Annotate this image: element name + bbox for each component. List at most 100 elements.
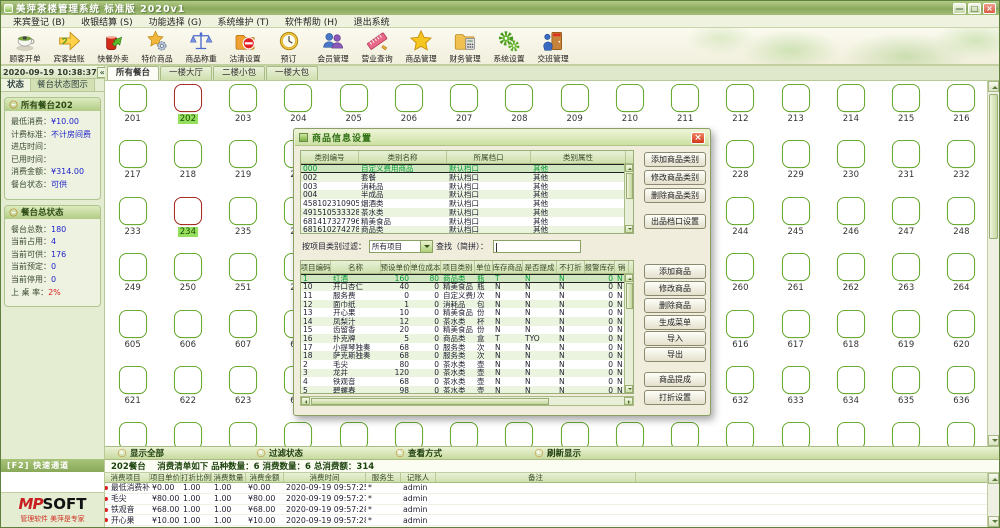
scroll-down-icon[interactable] <box>625 385 633 393</box>
toolbar-button-booking[interactable]: 预订 <box>267 29 311 64</box>
table-cell[interactable] <box>381 419 436 446</box>
order-row[interactable]: 毛尖¥80.001.001.00¥80.002020-09-19 09:57:2… <box>102 494 989 505</box>
toolbar-button-goods-manage[interactable]: 商品管理 <box>399 29 443 64</box>
table-cell[interactable]: 622 <box>160 363 215 419</box>
table-info-panel-header[interactable]: 所有餐台202 <box>5 98 100 111</box>
table-cell[interactable]: 202 <box>160 81 215 137</box>
table-cell[interactable]: 228 <box>713 137 768 193</box>
table-cell[interactable]: 633 <box>768 363 823 419</box>
table-cell[interactable] <box>658 419 713 446</box>
view-mode-button[interactable]: 查看方式 <box>395 447 442 459</box>
toolbar-button-open-order[interactable]: 顾客开单 <box>3 29 47 64</box>
table-cell[interactable] <box>823 419 878 446</box>
toolbar-button-finance[interactable]: 财务管理 <box>443 29 487 64</box>
table-cell[interactable]: 607 <box>216 307 271 363</box>
floor-tab[interactable]: 一楼大包 <box>266 66 318 80</box>
dialog-close-button[interactable]: × <box>691 132 705 144</box>
table-cell[interactable]: 232 <box>934 137 989 193</box>
scroll-down-icon[interactable] <box>988 435 999 446</box>
order-row[interactable]: 最低消费补差¥0.001.001.00¥0.002020-09-19 09:57… <box>102 483 989 494</box>
menu-item[interactable]: 软件帮助 (H) <box>277 15 346 28</box>
table-cell[interactable]: 234 <box>160 194 215 250</box>
scroll-right-icon[interactable] <box>624 397 633 405</box>
table-cell[interactable]: 634 <box>823 363 878 419</box>
table-cell[interactable]: 617 <box>768 307 823 363</box>
table-cell[interactable]: 203 <box>216 81 271 137</box>
item-table-hscrollbar[interactable] <box>300 396 634 406</box>
export-button[interactable]: 导出 <box>644 347 706 362</box>
table-cell[interactable] <box>602 419 657 446</box>
discount-settings-button[interactable]: 打折设置 <box>644 390 706 405</box>
table-cell[interactable] <box>879 419 934 446</box>
close-button[interactable]: × <box>983 3 996 14</box>
table-cell[interactable]: 623 <box>216 363 271 419</box>
toolbar-button-takeout[interactable]: 快餐外卖 <box>91 29 135 64</box>
scroll-up-icon[interactable] <box>625 274 633 282</box>
order-row[interactable]: 铁观音¥68.001.001.00¥68.002020-09-19 09:57:… <box>102 505 989 516</box>
menu-item[interactable]: 功能选择 (G) <box>141 15 210 28</box>
table-cell[interactable]: 251 <box>216 250 271 306</box>
table-cell[interactable]: 217 <box>105 137 160 193</box>
table-cell[interactable]: 230 <box>823 137 878 193</box>
table-cell[interactable]: 245 <box>768 194 823 250</box>
table-cell[interactable]: 213 <box>768 81 823 137</box>
table-cell[interactable]: 620 <box>934 307 989 363</box>
toolbar-button-special-price[interactable]: 特价商品 <box>135 29 179 64</box>
table-cell[interactable]: 249 <box>105 250 160 306</box>
scroll-up-icon[interactable] <box>625 164 633 172</box>
table-cell[interactable]: 235 <box>216 194 271 250</box>
table-cell[interactable]: 621 <box>105 363 160 419</box>
table-cell[interactable]: 219 <box>216 137 271 193</box>
table-cell[interactable] <box>934 419 989 446</box>
menu-item[interactable]: 退出系统 <box>346 15 398 28</box>
table-row[interactable]: 5碧螺春980茶水类壶NNN0N <box>301 386 633 394</box>
table-cell[interactable] <box>713 419 768 446</box>
item-commission-button[interactable]: 商品提成 <box>644 372 706 387</box>
scroll-up-icon[interactable] <box>988 473 999 484</box>
table-cell[interactable] <box>216 419 271 446</box>
table-cell[interactable]: 250 <box>160 250 215 306</box>
delete-item-button[interactable]: 删除商品 <box>644 298 706 313</box>
outlet-settings-button[interactable]: 出品档口设置 <box>644 214 706 229</box>
floor-tab[interactable]: 一楼大厅 <box>160 66 212 80</box>
table-cell[interactable] <box>105 419 160 446</box>
floor-tab[interactable]: 所有餐台 <box>107 66 159 80</box>
quick-input[interactable] <box>1 472 104 493</box>
table-cell[interactable]: 632 <box>713 363 768 419</box>
add-item-button[interactable]: 添加商品 <box>644 264 706 279</box>
table-cell[interactable]: 263 <box>879 250 934 306</box>
scroll-thumb[interactable] <box>626 173 633 199</box>
table-cell[interactable]: 260 <box>713 250 768 306</box>
import-button[interactable]: 导入 <box>644 331 706 346</box>
sidebar-tab[interactable]: 餐台状态图示 <box>31 79 95 91</box>
toolbar-button-weigh-goods[interactable]: 商品称重 <box>179 29 223 64</box>
table-cell[interactable]: 244 <box>713 194 768 250</box>
scroll-up-icon[interactable] <box>988 81 999 92</box>
table-cell[interactable]: 605 <box>105 307 160 363</box>
table-cell[interactable]: 606 <box>160 307 215 363</box>
table-cell[interactable]: 214 <box>823 81 878 137</box>
scroll-left-icon[interactable] <box>301 397 310 405</box>
table-cell[interactable]: 201 <box>105 81 160 137</box>
generate-menu-button[interactable]: 生成菜单 <box>644 315 706 330</box>
edit-category-button[interactable]: 修改商品类别 <box>644 170 706 185</box>
order-table-scrollbar[interactable] <box>987 473 999 527</box>
order-row[interactable]: 齿留香¥20.001.001.00¥20.002020-09-19 09:57:… <box>102 526 989 527</box>
table-cell[interactable]: 248 <box>934 194 989 250</box>
table-row[interactable]: 6816102742781商品类默认档口其他 <box>301 226 633 234</box>
table-status-panel-header[interactable]: 餐台总状态 <box>5 206 100 219</box>
toolbar-button-system-settings[interactable]: 系统设置 <box>487 29 531 64</box>
grid-scrollbar[interactable] <box>987 81 999 446</box>
scroll-thumb[interactable] <box>626 283 633 309</box>
category-filter-select[interactable]: 所有项目 <box>369 240 433 253</box>
toolbar-button-sold-out[interactable]: 沽清设置 <box>223 29 267 64</box>
maximize-button[interactable]: □ <box>968 3 981 14</box>
add-category-button[interactable]: 添加商品类别 <box>644 152 706 167</box>
table-cell[interactable]: 218 <box>160 137 215 193</box>
table-cell[interactable]: 216 <box>934 81 989 137</box>
scroll-thumb[interactable] <box>311 398 549 405</box>
toolbar-button-members[interactable]: 会员管理 <box>311 29 355 64</box>
delete-category-button[interactable]: 删除商品类别 <box>644 188 706 203</box>
table-cell[interactable]: 262 <box>823 250 878 306</box>
table-cell[interactable] <box>160 419 215 446</box>
